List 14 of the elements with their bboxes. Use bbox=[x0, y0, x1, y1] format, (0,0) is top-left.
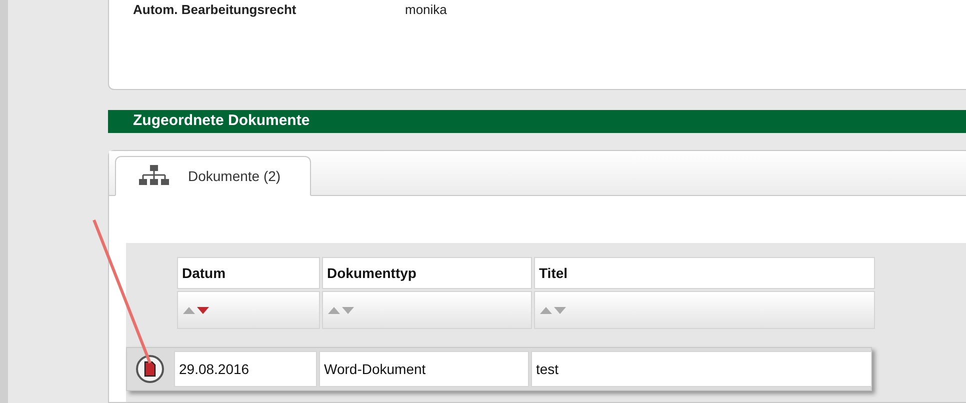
field-value: monika bbox=[405, 1, 447, 19]
sort-icon[interactable] bbox=[183, 307, 209, 314]
tab[interactable]: Dokumente (2) bbox=[115, 156, 311, 196]
table-cell: 29.08.2016 bbox=[174, 351, 317, 387]
hierarchy-icon bbox=[138, 165, 170, 187]
column-header[interactable]: Datum bbox=[177, 257, 320, 289]
column-header[interactable]: Dokumenttyp bbox=[322, 257, 532, 289]
table-row[interactable]: 29.08.2016 Word-Dokument test bbox=[126, 347, 872, 391]
section-header: Zugeordnete Dokumente bbox=[108, 110, 966, 133]
table-cell: test bbox=[531, 351, 872, 387]
document-icon bbox=[135, 354, 165, 384]
field-label: Autom. Bearbeitungsrecht bbox=[133, 1, 298, 19]
table-cell: Word-Dokument bbox=[319, 351, 529, 387]
column-header[interactable]: Titel bbox=[534, 257, 875, 289]
